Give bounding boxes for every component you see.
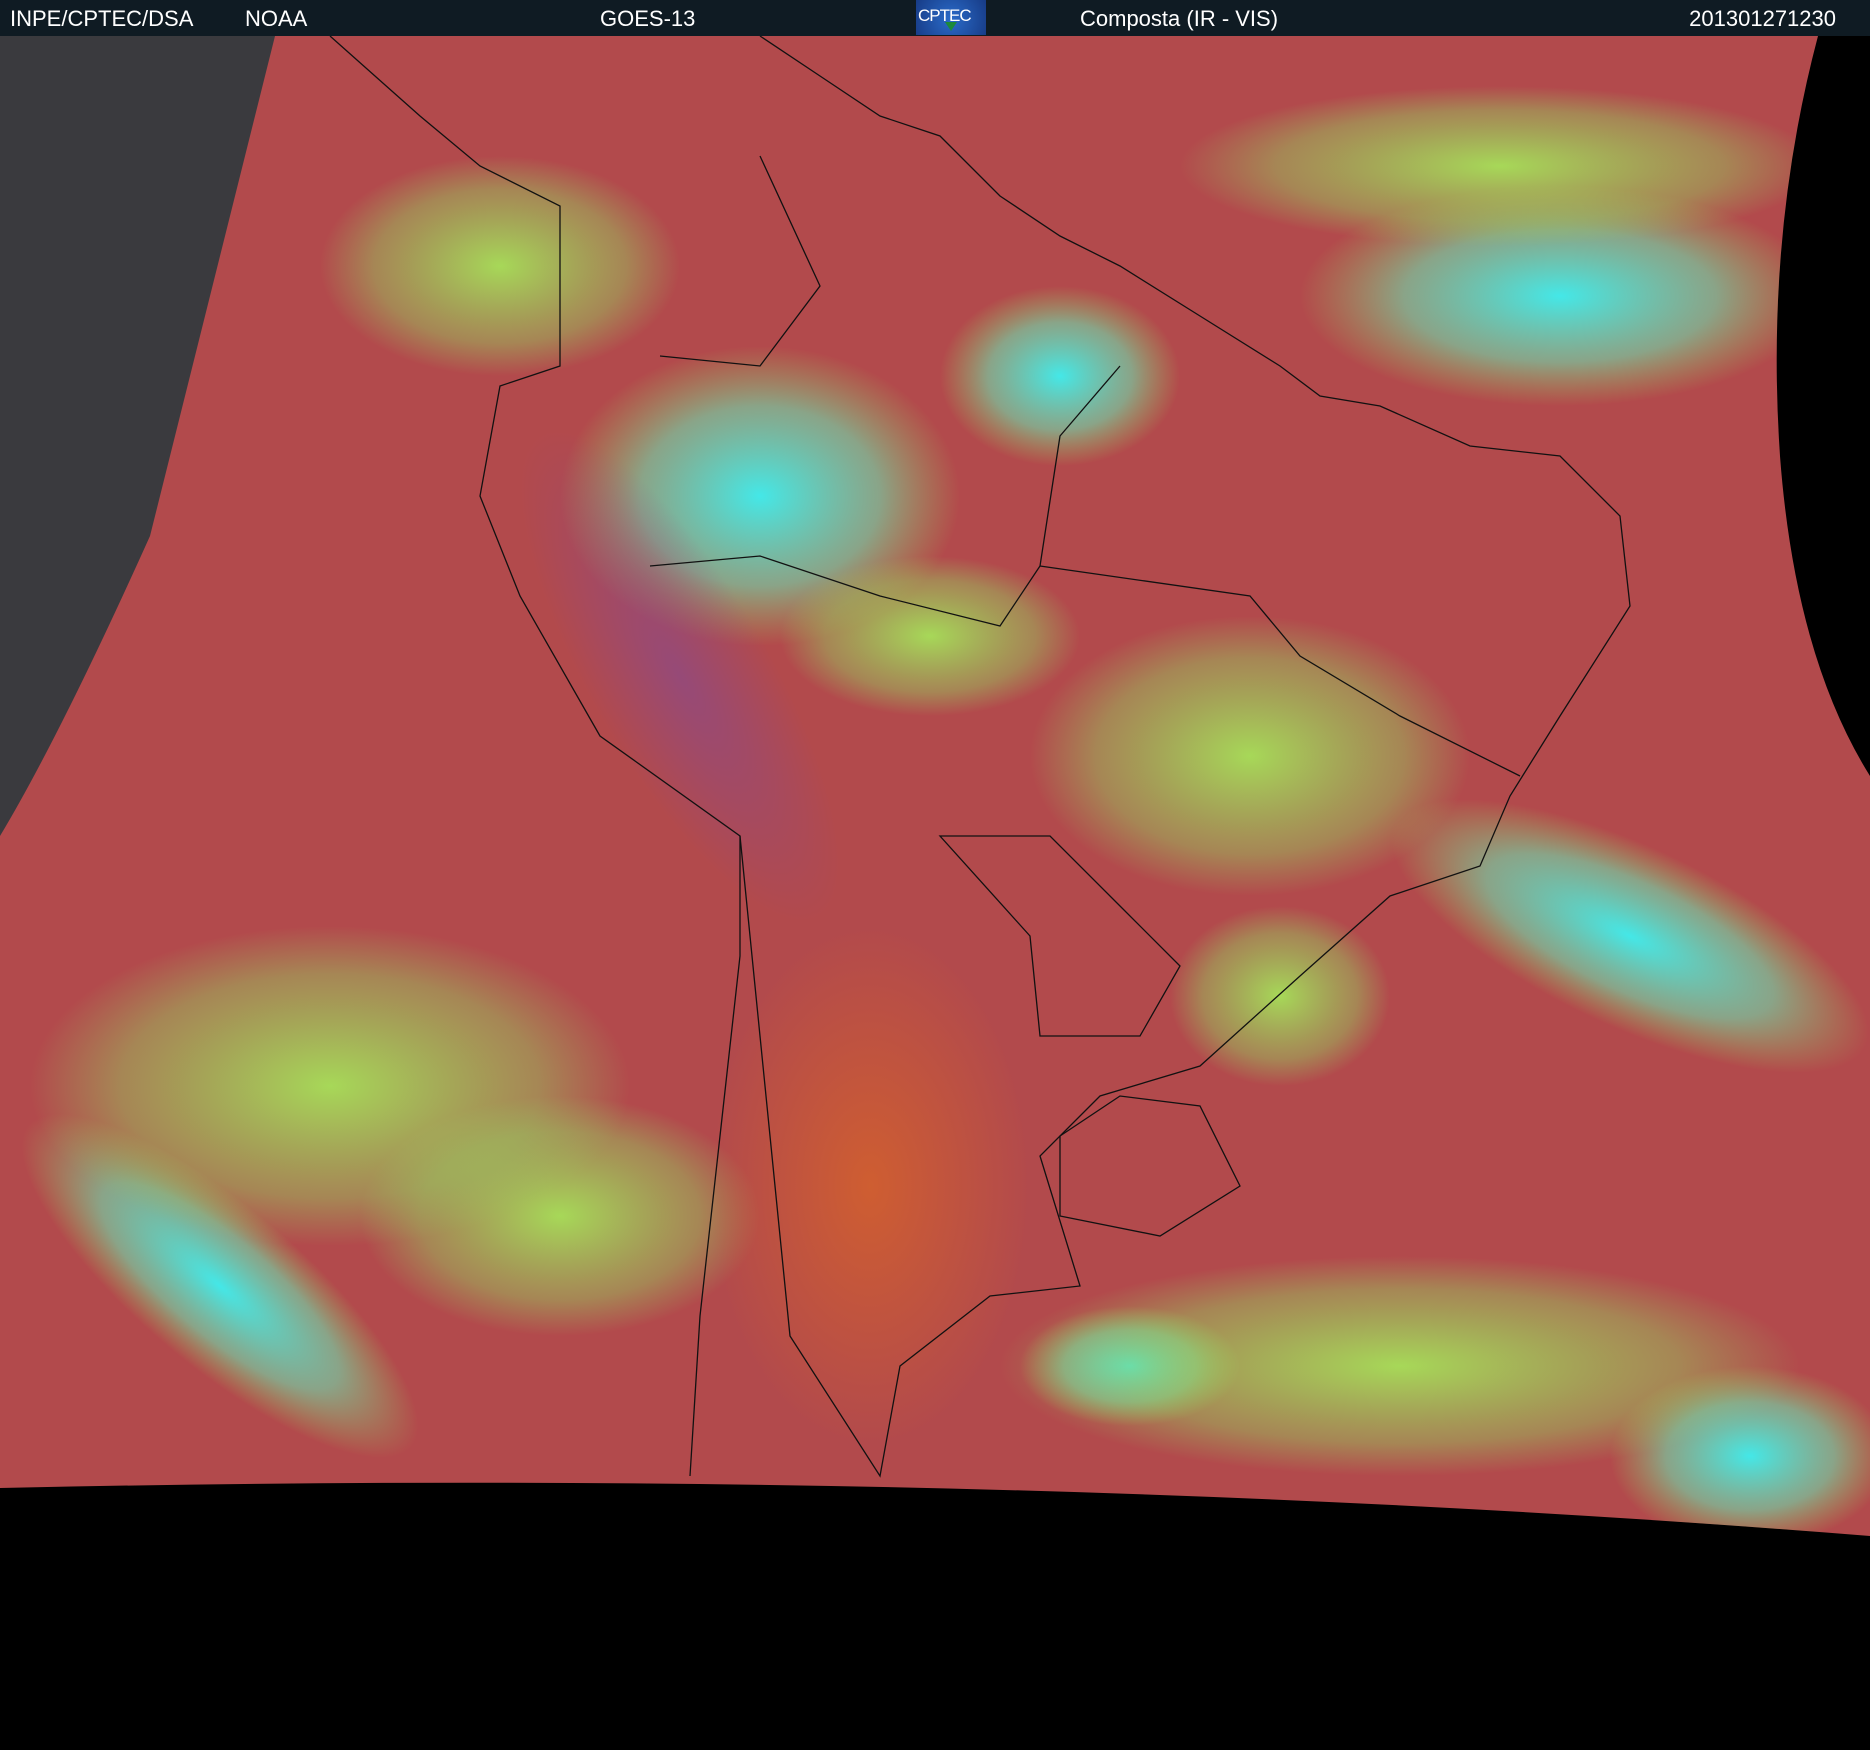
image-header: INPE/CPTEC/DSA NOAA GOES-13 CPTEC Compos… [0,0,1870,36]
cptec-logo: CPTEC [916,0,986,35]
satellite-composite-image [0,36,1870,1750]
agency-label: NOAA [245,6,308,31]
timestamp-label: 201301271230 [1689,6,1836,31]
product-label: Composta (IR - VIS) [1080,6,1279,31]
org-label: INPE/CPTEC/DSA [10,6,194,31]
satellite-label: GOES-13 [600,6,696,31]
